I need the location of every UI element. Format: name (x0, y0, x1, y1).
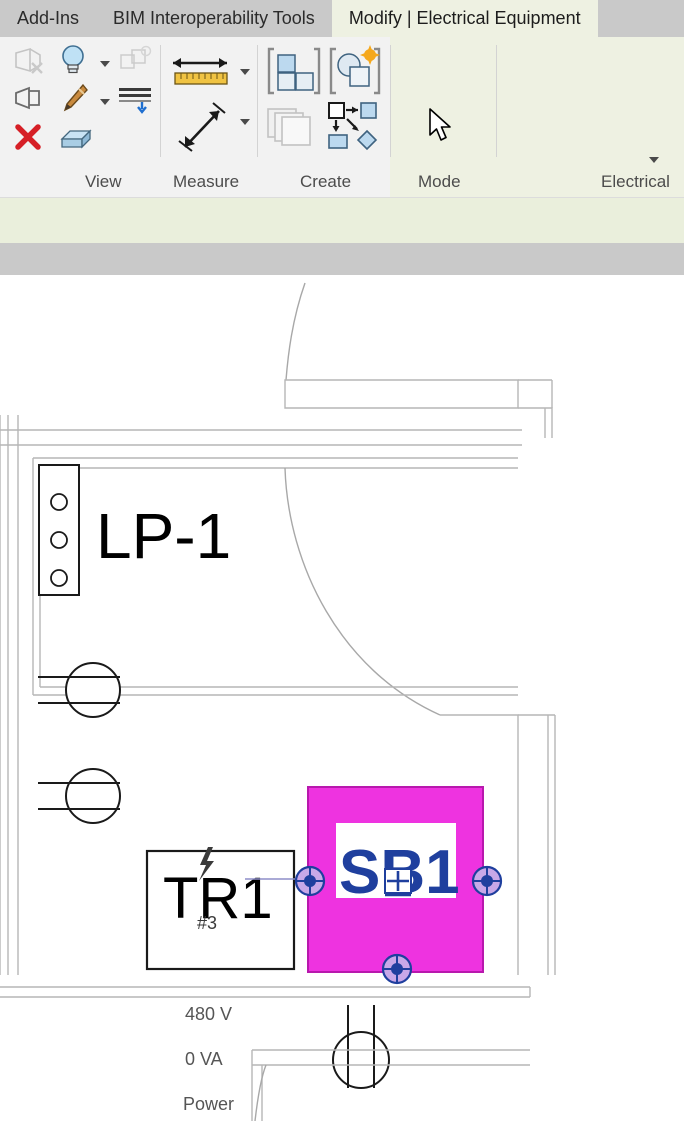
ribbon-panel-view (0, 37, 160, 167)
tab-modify-electrical-equipment[interactable]: Modify | Electrical Equipment (331, 0, 598, 37)
ribbon: Edit Family (0, 37, 684, 188)
selection-handle-left (294, 865, 326, 897)
chevron-down-icon[interactable] (240, 69, 250, 75)
selection-handle-bottom (381, 953, 413, 985)
move-drag-handle-icon (384, 868, 412, 897)
panel-label-mode: Mode (418, 172, 461, 191)
flow-diagram-icon[interactable] (325, 99, 383, 160)
chevron-down-icon[interactable] (240, 119, 250, 125)
render-cloud-icon[interactable] (117, 45, 155, 82)
view-control-separator (0, 243, 684, 275)
ribbon-panel-electrical: Create Panel Schedules (497, 37, 684, 167)
panel-label-create: Create (300, 172, 352, 191)
lightbulb-icon[interactable] (57, 43, 91, 84)
ribbon-tab-bar: Add-Ins BIM Interoperability Tools Modif… (0, 0, 684, 37)
voltage-label-text: 480 V (185, 1004, 232, 1024)
create-part-sun-icon[interactable] (328, 45, 384, 106)
group-stack-icon[interactable] (264, 103, 320, 156)
panel-label-measure: Measure (173, 172, 240, 191)
tab-add-ins[interactable]: Add-Ins (0, 0, 96, 37)
fixture-left-upper-symbol (38, 662, 121, 718)
create-similar-icon[interactable] (266, 45, 322, 106)
diagonal-dimension-icon[interactable] (177, 99, 229, 160)
load-classification-text: Power (183, 1094, 234, 1114)
mouse-cursor-icon (428, 108, 454, 149)
selection-handle-right (471, 865, 503, 897)
cut-profile-icon[interactable] (10, 45, 48, 84)
fixture-left-lower-symbol (38, 768, 121, 824)
pin-icon[interactable] (10, 83, 46, 122)
drawing-canvas[interactable]: LP-1 TR1 #3 480 V 0 VA Power (0, 275, 684, 1121)
ribbon-panel-create (258, 37, 390, 167)
tr1-tag-text: TR1 (163, 866, 273, 931)
tab-bim-interoperability-tools[interactable]: BIM Interoperability Tools (96, 0, 332, 37)
fixture-bottom-symbol (332, 1005, 390, 1089)
blue-box-icon[interactable] (58, 123, 94, 158)
load-label-text: 0 VA (185, 1049, 223, 1069)
red-x-delete-icon[interactable] (12, 121, 44, 158)
chevron-down-icon[interactable] (100, 99, 110, 105)
options-bar (0, 198, 684, 243)
ribbon-panel-measure (161, 37, 256, 167)
panel-label-electrical: Electrical (601, 172, 670, 191)
lp1-equipment-symbol (38, 464, 80, 596)
ribbon-panel-label-row: View Measure Create Mode Electrical (0, 167, 684, 198)
revit-window: Add-Ins BIM Interoperability Tools Modif… (0, 0, 684, 1121)
lp1-tag-text: LP-1 (96, 500, 231, 572)
paintbrush-icon[interactable] (57, 81, 91, 122)
panel-label-view: View (85, 172, 122, 191)
chevron-down-icon[interactable] (649, 157, 659, 163)
linework-icon[interactable] (116, 83, 156, 122)
ruler-arrow-icon[interactable] (169, 51, 233, 100)
tr1-circuit-text: #3 (197, 913, 217, 933)
chevron-down-icon[interactable] (100, 61, 110, 67)
